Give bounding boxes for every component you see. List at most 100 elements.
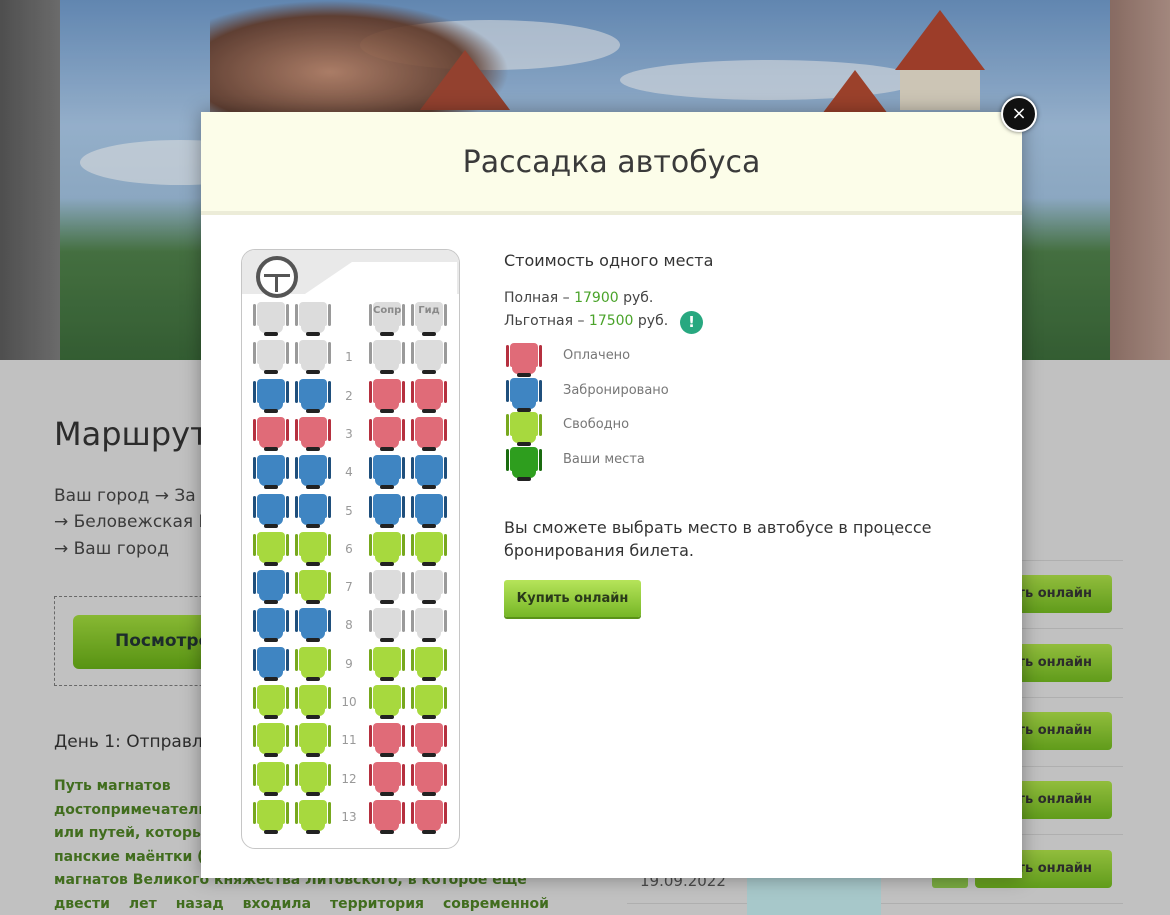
seat-green[interactable]	[411, 646, 447, 681]
seat-leg	[306, 753, 320, 758]
seat-arml	[506, 345, 509, 367]
seat-arml	[369, 380, 372, 403]
seat-leg	[517, 442, 531, 446]
seat-red	[369, 378, 405, 413]
buy-online-button[interactable]: Купить онлайн	[504, 580, 641, 617]
seat-armr	[402, 725, 405, 748]
full-price-line: Полная – 17900 руб.	[504, 290, 653, 306]
seat-green[interactable]	[295, 570, 331, 605]
seat-armr	[286, 457, 289, 480]
seat-green[interactable]	[369, 685, 405, 719]
cost-title: Стоимость одного места	[504, 251, 714, 270]
seat-back	[510, 412, 538, 436]
seat-armr	[402, 418, 405, 441]
seat-leg	[306, 791, 320, 796]
seat-arml	[295, 725, 298, 748]
seat-arml	[411, 495, 414, 518]
seat-green[interactable]	[411, 531, 447, 566]
seat-back	[257, 608, 285, 633]
seat-arml	[295, 380, 298, 403]
seat-arml	[369, 725, 372, 748]
seat-armr	[328, 304, 331, 326]
seat-leg	[264, 561, 278, 566]
seat-arml	[295, 495, 298, 518]
seat-armr	[444, 572, 447, 595]
seat-green[interactable]	[295, 799, 331, 834]
seat-green[interactable]	[253, 761, 289, 796]
seat-leg	[264, 715, 278, 719]
seat-leg	[422, 408, 436, 413]
seat-leg	[380, 332, 394, 336]
seat-green[interactable]	[253, 531, 289, 566]
seat-arml	[295, 342, 298, 365]
seat-leg	[422, 638, 436, 643]
seat-back	[415, 646, 443, 671]
seat-arml	[295, 304, 298, 326]
seat-arml	[253, 495, 256, 518]
seat-arml	[295, 763, 298, 786]
seat-green[interactable]	[369, 531, 405, 566]
row-number: 7	[345, 580, 353, 595]
seat-back	[257, 761, 285, 786]
row-number: 11	[341, 733, 357, 748]
seat-green[interactable]	[411, 685, 447, 719]
seat-arml	[253, 457, 256, 480]
seat-leg	[380, 791, 394, 796]
seat-arml	[369, 572, 372, 595]
seat-back	[257, 570, 285, 595]
seat-arml	[253, 801, 256, 824]
seat-arml	[253, 418, 256, 441]
info-icon[interactable]: !	[680, 311, 703, 334]
seat-arml	[506, 414, 509, 436]
seat-armr	[328, 380, 331, 403]
seat-arml	[253, 763, 256, 786]
seat-green[interactable]	[253, 723, 289, 758]
seat-back	[299, 761, 327, 786]
seat-armr	[402, 533, 405, 556]
legend-seat-red	[506, 343, 542, 377]
seat-back	[257, 455, 285, 480]
seat-grey	[411, 570, 447, 605]
seat-leg	[380, 638, 394, 643]
seat-back	[299, 608, 327, 633]
reduced-price-value: 17500	[588, 313, 634, 329]
close-icon[interactable]: ×	[1001, 96, 1037, 132]
seat-arml	[253, 687, 256, 709]
seat-armr	[328, 418, 331, 441]
seat-arml	[411, 725, 414, 748]
seat-leg	[264, 829, 278, 834]
seat-green[interactable]	[295, 685, 331, 719]
seat-back	[299, 799, 327, 824]
currency: руб.	[618, 290, 654, 306]
seat-arml	[411, 380, 414, 403]
seat-armr	[402, 648, 405, 671]
seat-leg	[422, 715, 436, 719]
seat-green[interactable]	[253, 685, 289, 719]
seat-green[interactable]	[253, 799, 289, 834]
row-number: 10	[341, 695, 357, 709]
seat-armr	[444, 380, 447, 403]
legend-seat-blue	[506, 377, 542, 412]
seat-leg	[264, 791, 278, 796]
seat-armr	[328, 572, 331, 595]
seat-green[interactable]	[295, 646, 331, 681]
seat-green[interactable]	[295, 723, 331, 758]
seat-arml	[411, 418, 414, 441]
seat-armr	[328, 610, 331, 633]
seat-red	[369, 723, 405, 758]
seat-leg	[306, 829, 320, 834]
seat-armr	[444, 687, 447, 709]
seat-armr	[286, 495, 289, 518]
seat-armr	[328, 342, 331, 365]
seat-armr	[539, 379, 542, 402]
seat-armr	[402, 572, 405, 595]
seat-arml	[411, 304, 414, 326]
seat-back	[373, 570, 401, 595]
seat-green[interactable]	[295, 761, 331, 796]
seat-back	[415, 340, 443, 365]
seat-leg	[306, 561, 320, 566]
seat-green[interactable]	[369, 646, 405, 681]
seat-green[interactable]	[295, 531, 331, 566]
seat-armr	[328, 533, 331, 556]
full-price-label: Полная –	[504, 290, 575, 306]
